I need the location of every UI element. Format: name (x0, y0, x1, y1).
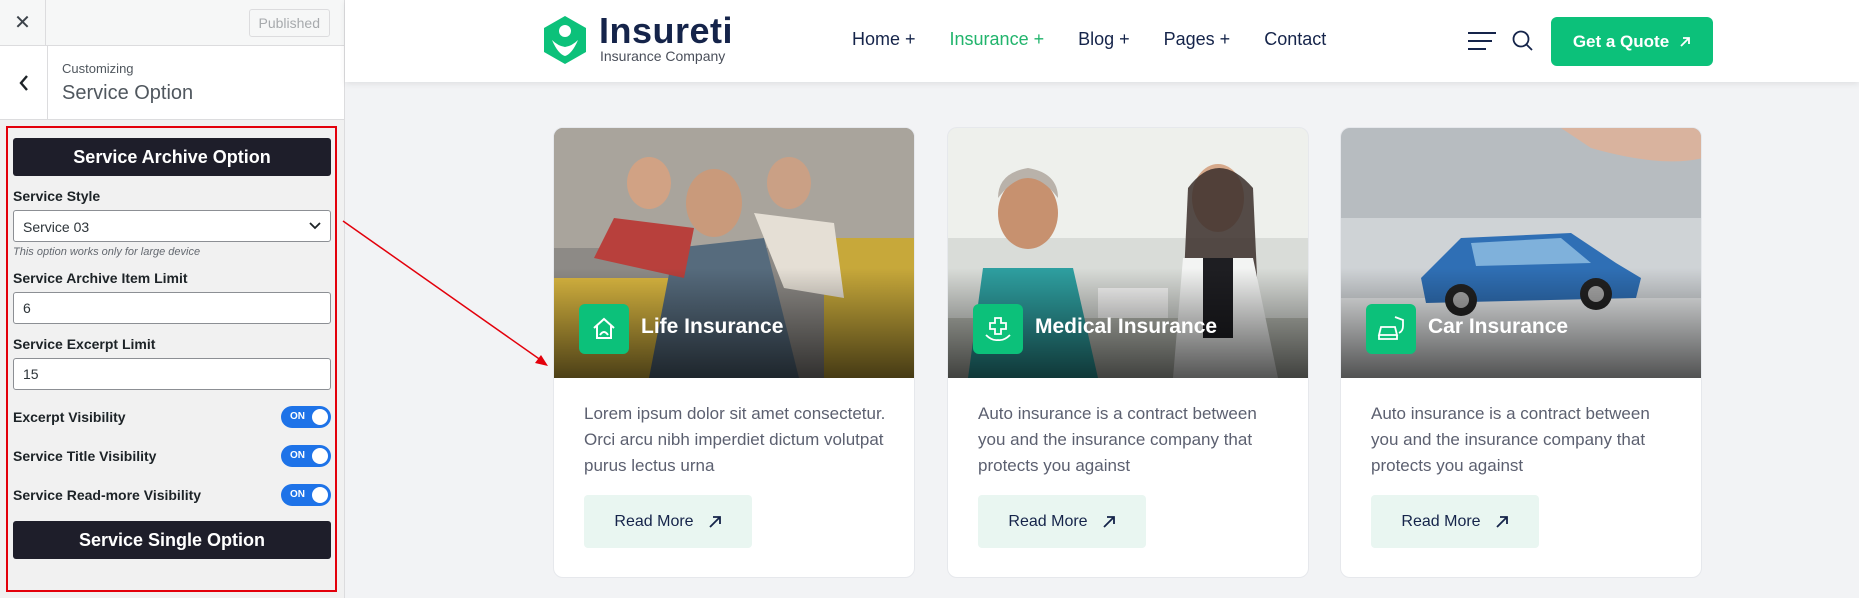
hamburger-menu-icon[interactable] (1468, 31, 1496, 51)
service-style-label: Service Style (13, 188, 101, 204)
arrow-up-right-icon (1495, 515, 1508, 528)
brand-name[interactable]: Insureti (599, 10, 733, 52)
get-quote-label: Get a Quote (1572, 31, 1670, 51)
back-icon[interactable] (0, 46, 48, 119)
annotation-arrow (342, 220, 548, 366)
close-icon[interactable]: ✕ (0, 0, 46, 45)
arrow-up-right-icon (1102, 515, 1115, 528)
card-title[interactable]: Life Insurance (641, 315, 783, 339)
card-title[interactable]: Medical Insurance (1035, 315, 1217, 339)
toggle-state: ON (290, 488, 305, 500)
card-excerpt: Auto insurance is a contract between you… (978, 404, 1257, 475)
chevron-down-icon (308, 211, 322, 252)
toggle-state: ON (290, 410, 305, 422)
toggle-state: ON (290, 449, 305, 461)
nav-contact[interactable]: Contact (1264, 29, 1326, 50)
arrow-up-right-icon (708, 515, 721, 528)
excerpt-visibility-toggle[interactable]: ON (281, 405, 331, 428)
logo-icon[interactable] (542, 14, 588, 66)
nav-pages[interactable]: Pages + (1164, 29, 1231, 50)
brand-tagline: Insurance Company (600, 48, 726, 64)
card-excerpt: Auto insurance is a contract between you… (1371, 404, 1650, 475)
read-more-label: Read More (614, 512, 694, 530)
published-button[interactable]: Published (248, 9, 330, 37)
archive-option-header: Service Archive Option (13, 138, 331, 176)
service-card-medical: Medical Insurance Auto insurance is a co… (947, 127, 1309, 578)
card-title[interactable]: Car Insurance (1428, 315, 1568, 339)
read-more-button[interactable]: Read More (978, 495, 1146, 548)
toggle-knob (312, 486, 328, 503)
house-hand-icon (579, 304, 629, 354)
excerpt-limit-label: Service Excerpt Limit (13, 336, 156, 352)
toggle-knob (312, 447, 328, 464)
item-limit-input[interactable]: 6 (13, 292, 331, 324)
get-quote-button[interactable]: Get a Quote (1551, 17, 1713, 66)
main-nav: Home + Insurance + Blog + Pages + Contac… (852, 29, 1360, 50)
section-header: Customizing Service Option (0, 46, 344, 120)
readmore-visibility-row: Service Read-more Visibility ON (13, 482, 331, 507)
read-more-button[interactable]: Read More (584, 495, 752, 548)
customizer-panel: ✕ Published Customizing Service Option S… (0, 0, 345, 598)
customizer-topbar: ✕ Published (0, 0, 344, 46)
item-limit-label: Service Archive Item Limit (13, 270, 188, 286)
service-card-car: Car Insurance Auto insurance is a contra… (1340, 127, 1702, 578)
title-visibility-label: Service Title Visibility (13, 447, 157, 464)
arrow-up-right-icon (1680, 36, 1691, 47)
search-icon[interactable] (1511, 29, 1535, 53)
service-style-value: Service 03 (23, 219, 90, 235)
section-title: Service Option (62, 82, 194, 104)
medical-hand-icon (973, 304, 1023, 354)
title-visibility-toggle[interactable]: ON (281, 444, 331, 467)
read-more-label: Read More (1401, 512, 1481, 530)
service-card-life: Life Insurance Lorem ipsum dolor sit ame… (553, 127, 915, 578)
service-style-select[interactable]: Service 03 (13, 210, 331, 242)
breadcrumb: Customizing (62, 61, 134, 76)
read-more-label: Read More (1008, 512, 1088, 530)
excerpt-visibility-label: Excerpt Visibility (13, 408, 126, 425)
readmore-visibility-label: Service Read-more Visibility (13, 486, 202, 503)
excerpt-visibility-row: Excerpt Visibility ON (13, 404, 331, 429)
nav-insurance[interactable]: Insurance + (950, 29, 1045, 50)
readmore-visibility-toggle[interactable]: ON (281, 483, 331, 506)
excerpt-limit-input[interactable]: 15 (13, 358, 331, 390)
toggle-knob (312, 408, 328, 425)
single-option-header: Service Single Option (13, 521, 331, 559)
service-options-group: Service Archive Option Service Style Ser… (6, 126, 337, 592)
car-shield-icon (1366, 304, 1416, 354)
title-visibility-row: Service Title Visibility ON (13, 443, 331, 468)
site-header: Insureti Insurance Company Home + Insura… (345, 0, 1859, 82)
service-style-note: This option works only for large device (13, 246, 201, 258)
card-excerpt: Lorem ipsum dolor sit amet consectetur. … (584, 404, 886, 475)
read-more-button[interactable]: Read More (1371, 495, 1539, 548)
nav-blog[interactable]: Blog + (1078, 29, 1130, 50)
nav-home[interactable]: Home + (852, 29, 916, 50)
